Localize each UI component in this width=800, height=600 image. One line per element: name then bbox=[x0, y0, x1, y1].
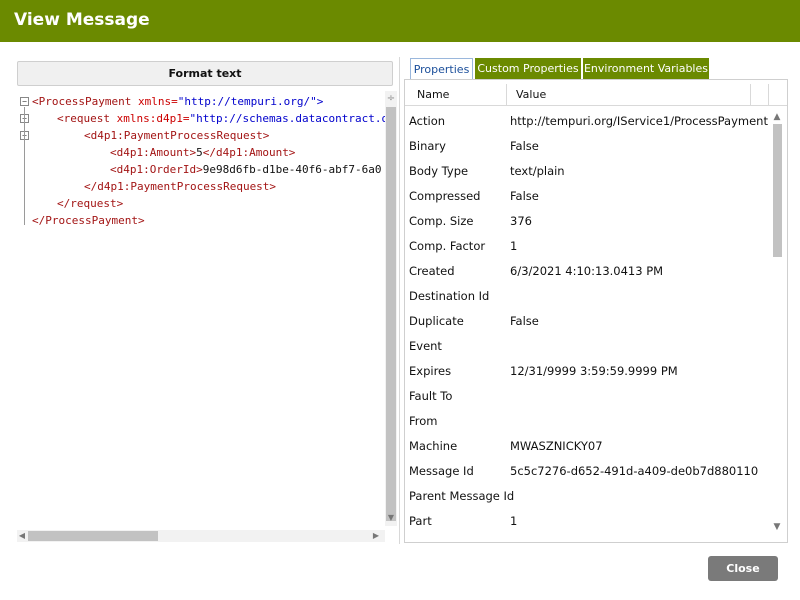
table-row[interactable]: Machine MWASZNICKY07 bbox=[405, 434, 770, 459]
table-row[interactable]: Parent Message Id bbox=[405, 484, 770, 509]
table-row[interactable]: Part 1 bbox=[405, 509, 770, 534]
table-row[interactable]: Expires 12/31/9999 3:59:59.9999 PM bbox=[405, 359, 770, 384]
xml-line: − <ProcessPayment xmlns="http://tempuri.… bbox=[17, 93, 385, 110]
xml-line: </request> bbox=[57, 197, 124, 210]
properties-grid: Name Value Action http://tempuri.org/ISer… bbox=[404, 79, 788, 543]
column-separator[interactable] bbox=[750, 84, 751, 106]
xml-line: </ProcessPayment> bbox=[32, 214, 145, 227]
table-row[interactable]: From bbox=[405, 409, 770, 434]
properties-vertical-scrollbar[interactable]: ▲ ▼ bbox=[770, 112, 784, 542]
table-row[interactable]: Event bbox=[405, 334, 770, 359]
xml-line: − <d4p1:PaymentProcessRequest> bbox=[17, 127, 385, 144]
editor-horizontal-scrollbar[interactable]: ◀ ▶ bbox=[17, 530, 385, 542]
column-separator bbox=[768, 84, 769, 106]
table-row[interactable]: Created 6/3/2021 4:10:13.0413 PM bbox=[405, 259, 770, 284]
scroll-up-icon[interactable]: ▲ bbox=[772, 112, 782, 122]
title-bar: View Message bbox=[0, 0, 800, 42]
view-message-window: View Message Format text − <ProcessPayme… bbox=[0, 0, 800, 600]
tab-properties[interactable]: Properties bbox=[410, 58, 473, 80]
window-title: View Message bbox=[14, 10, 150, 30]
table-row[interactable]: Destination Id bbox=[405, 284, 770, 309]
table-row[interactable]: Action http://tempuri.org/IService1/Proce… bbox=[405, 109, 770, 134]
fold-guide bbox=[24, 141, 25, 191]
tab-custom-properties[interactable]: Custom Properties bbox=[475, 58, 581, 79]
scrollbar-thumb[interactable] bbox=[28, 531, 158, 541]
table-row[interactable]: Message Id 5c5c7276-d652-491d-a409-de0b7d… bbox=[405, 459, 770, 484]
xml-line: <d4p1:OrderId>9e98d6fb-d1be-40f6-abf7-6a… bbox=[110, 163, 382, 176]
column-header-value[interactable]: Value bbox=[516, 84, 546, 106]
format-text-button[interactable]: Format text bbox=[17, 61, 393, 86]
table-row[interactable]: Binary False bbox=[405, 134, 770, 159]
collapse-icon[interactable]: − bbox=[20, 97, 29, 106]
table-row[interactable]: Comp. Size 376 bbox=[405, 209, 770, 234]
grid-header: Name Value bbox=[405, 84, 787, 106]
table-row[interactable]: Fault To bbox=[405, 384, 770, 409]
tab-environment-variables[interactable]: Environment Variables bbox=[583, 58, 709, 79]
xml-line: </d4p1:PaymentProcessRequest> bbox=[84, 180, 277, 193]
splitter-icon[interactable]: ÷ bbox=[386, 93, 396, 105]
close-button[interactable]: Close bbox=[708, 556, 778, 581]
scrollbar-thumb[interactable] bbox=[386, 107, 396, 521]
xml-editor[interactable]: − <ProcessPayment xmlns="http://tempuri.… bbox=[17, 91, 385, 526]
column-separator[interactable] bbox=[506, 84, 507, 106]
xml-line: <d4p1:Amount>5</d4p1:Amount> bbox=[110, 146, 296, 159]
scroll-down-icon[interactable]: ▼ bbox=[772, 522, 782, 532]
table-row[interactable]: Comp. Factor 1 bbox=[405, 234, 770, 259]
xml-line: − <request xmlns:d4p1="http://schemas.da… bbox=[17, 110, 385, 127]
scroll-left-icon[interactable]: ◀ bbox=[17, 530, 27, 542]
scrollbar-thumb[interactable] bbox=[773, 124, 782, 257]
pane-divider[interactable] bbox=[399, 57, 400, 544]
table-row[interactable]: Compressed False bbox=[405, 184, 770, 209]
scroll-down-icon[interactable]: ▼ bbox=[386, 513, 396, 523]
table-row[interactable]: Duplicate False bbox=[405, 309, 770, 334]
column-header-name[interactable]: Name bbox=[417, 84, 449, 106]
scroll-right-icon[interactable]: ▶ bbox=[371, 530, 381, 542]
editor-vertical-scrollbar[interactable]: ÷ ▼ bbox=[385, 91, 397, 526]
table-row[interactable]: Body Type text/plain bbox=[405, 159, 770, 184]
